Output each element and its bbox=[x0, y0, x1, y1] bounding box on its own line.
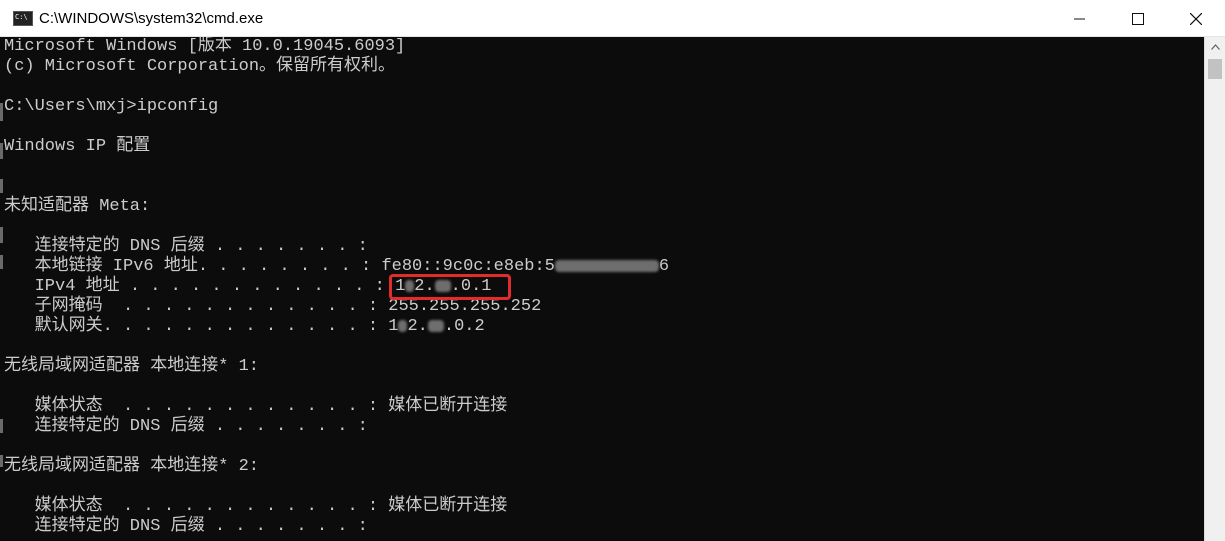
adapter-heading-meta: 未知适配器 Meta: bbox=[4, 197, 151, 216]
bleed-mark bbox=[0, 143, 3, 159]
gateway-value-part1: 1 bbox=[388, 317, 399, 336]
console-line-copyright: (c) Microsoft Corporation。保留所有权利。 bbox=[4, 57, 396, 76]
scroll-thumb[interactable] bbox=[1208, 59, 1222, 79]
cmd-icon: C:\ bbox=[13, 10, 33, 26]
minimize-icon bbox=[1074, 18, 1085, 19]
maximize-icon bbox=[1132, 12, 1144, 25]
media-state-line: 媒体状态 . . . . . . . . . . . . : 媒体已断开连接 bbox=[4, 497, 508, 516]
adapter-heading-wlan2: 无线局域网适配器 本地连接* 2: bbox=[4, 457, 260, 476]
dns-suffix-line: 连接特定的 DNS 后缀 . . . . . . . : bbox=[4, 417, 368, 436]
bleed-mark bbox=[0, 419, 3, 433]
console-output[interactable]: Microsoft Windows [版本 10.0.19045.6093] (… bbox=[0, 37, 1204, 541]
minimize-button[interactable] bbox=[1051, 0, 1109, 37]
bleed-mark bbox=[0, 179, 3, 193]
console-line-version: Microsoft Windows [版本 10.0.19045.6093] bbox=[4, 37, 406, 56]
gateway-redacted bbox=[398, 319, 408, 332]
chevron-up-icon bbox=[1210, 44, 1220, 50]
gateway-value-part2: 2. bbox=[407, 317, 428, 336]
close-button[interactable] bbox=[1167, 0, 1225, 37]
subnet-line: 子网掩码 . . . . . . . . . . . . : 255.255.2… bbox=[4, 297, 542, 316]
console-line-heading: Windows IP 配置 bbox=[4, 137, 151, 156]
cmd-window: C:\ C:\WINDOWS\system32\cmd.exe Microsof bbox=[0, 0, 1225, 541]
dns-suffix-line: 连接特定的 DNS 后缀 . . . . . . . : bbox=[4, 237, 368, 256]
window-controls bbox=[1051, 0, 1225, 37]
media-state-line: 媒体状态 . . . . . . . . . . . . : 媒体已断开连接 bbox=[4, 397, 508, 416]
gateway-value-part3: .0.2 bbox=[443, 317, 485, 336]
window-title: C:\WINDOWS\system32\cmd.exe bbox=[39, 9, 264, 27]
cmd-icon-label: C:\ bbox=[15, 12, 28, 21]
ipv6-value-end: 6 bbox=[658, 257, 670, 276]
close-icon bbox=[1190, 12, 1202, 25]
gateway-label: 默认网关. . . . . . . . . . . . . : bbox=[4, 317, 389, 336]
bleed-mark bbox=[0, 103, 3, 121]
gateway-redacted bbox=[427, 319, 444, 332]
title-bar[interactable]: C:\ C:\WINDOWS\system32\cmd.exe bbox=[0, 0, 1225, 37]
bleed-mark bbox=[0, 255, 3, 269]
bleed-mark bbox=[0, 455, 3, 467]
ipv6-redacted bbox=[554, 259, 659, 272]
gateway-line: 默认网关. . . . . . . . . . . . . : 1 2. .0.2 bbox=[4, 317, 485, 337]
dns-suffix-line: 连接特定的 DNS 后缀 . . . . . . . : bbox=[4, 517, 368, 536]
ipv4-highlight-box bbox=[389, 274, 511, 300]
bleed-mark bbox=[0, 227, 3, 243]
ipv6-label: 本地链接 IPv6 地址. . . . . . . . : bbox=[4, 257, 382, 276]
vertical-scrollbar[interactable] bbox=[1204, 37, 1225, 541]
ipv6-line: 本地链接 IPv6 地址. . . . . . . . : fe80::9c0c… bbox=[4, 257, 670, 277]
maximize-button[interactable] bbox=[1109, 0, 1167, 37]
ipv4-label: IPv4 地址 . . . . . . . . . . . . : bbox=[4, 277, 396, 296]
scroll-up-button[interactable] bbox=[1205, 37, 1225, 57]
adapter-heading-wlan1: 无线局域网适配器 本地连接* 1: bbox=[4, 357, 260, 376]
console-line-prompt: C:\Users\mxj>ipconfig bbox=[4, 97, 219, 116]
